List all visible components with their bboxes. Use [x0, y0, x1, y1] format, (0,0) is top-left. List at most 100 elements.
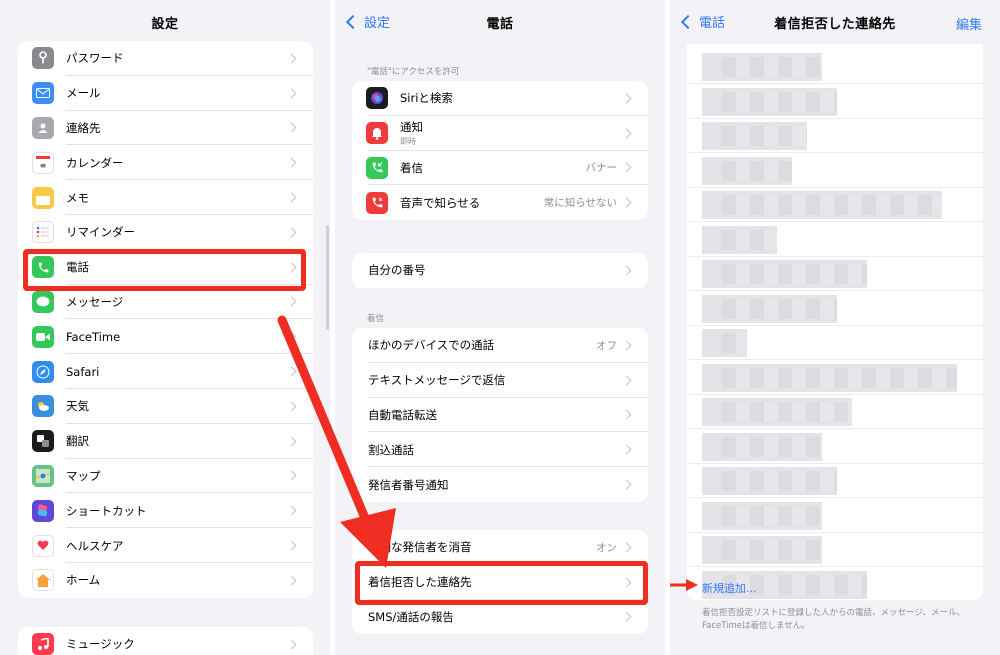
chevron-right-icon [286, 401, 297, 412]
chevron-right-icon [286, 53, 297, 64]
row-label: 通知 即時 [400, 119, 623, 147]
settings-item[interactable]: ショートカット [18, 493, 313, 528]
key-icon [32, 47, 54, 70]
section-header-access: "電話"にアクセスを許可 [367, 67, 460, 77]
row-label: マップ [66, 468, 288, 484]
call-setting-item[interactable]: テキストメッセージで返信 [352, 363, 648, 398]
announce-calls-icon [366, 191, 388, 214]
settings-item[interactable]: ヘルスケア [18, 528, 313, 563]
row-label-text: ほかのデバイスでの通話 [368, 338, 495, 353]
settings-item[interactable]: 天気 [18, 389, 313, 424]
translate-icon [32, 430, 54, 453]
call-setting-item[interactable]: ほかのデバイスでの通話 オフ [352, 328, 648, 363]
redacted-contact [702, 156, 792, 185]
row-label-text: 連絡先 [66, 120, 101, 135]
row-value: オフ [596, 339, 617, 352]
redacted-contact [702, 260, 867, 288]
access-item[interactable]: 通知 即時 [352, 116, 648, 151]
weather-icon [32, 395, 54, 418]
redacted-contact [702, 432, 822, 461]
reminders-icon [32, 221, 54, 244]
settings-item[interactable]: ≡ カレンダー [18, 145, 313, 180]
my-number-group: 自分の番号 [352, 253, 648, 288]
access-item[interactable]: 着信 バナー [352, 151, 648, 186]
row-label: 翻訳 [66, 433, 288, 449]
redacted-contact [702, 398, 852, 426]
settings-item[interactable]: メモ [18, 180, 313, 215]
row-label-text: マップ [66, 468, 101, 483]
blocked-contact-row[interactable] [687, 326, 983, 360]
chevron-right-icon [286, 540, 297, 551]
row-label: 割込通話 [368, 442, 623, 458]
blocked-contact-row[interactable] [687, 154, 983, 188]
row-sublabel: 即時 [400, 137, 416, 147]
row-value: 常に知らせない [543, 197, 617, 210]
settings-item[interactable]: Safari [18, 354, 313, 389]
redacted-contact [702, 467, 837, 495]
chevron-right-icon [621, 340, 632, 351]
block-setting-item[interactable]: 不明な発信者を消音 オン [352, 530, 648, 565]
page-title: 電話 [486, 16, 514, 32]
row-label-text: 自動電話転送 [368, 407, 437, 422]
blocked-contact-row[interactable] [687, 533, 983, 567]
blocked-contact-row[interactable] [687, 257, 983, 291]
row-value: バナー [585, 162, 618, 175]
settings-item[interactable]: ホーム [18, 563, 313, 598]
redacted-contact [702, 294, 837, 323]
access-item[interactable]: Siriと検索 [352, 81, 648, 116]
row-value: オン [596, 541, 617, 554]
chevron-right-icon [621, 479, 632, 490]
access-item[interactable]: 音声で知らせる 常に知らせない [352, 185, 648, 220]
call-setting-item[interactable]: 自動電話転送 [352, 398, 648, 433]
blocked-contact-row[interactable] [687, 292, 983, 326]
settings-item[interactable]: FaceTime [18, 319, 313, 354]
chevron-right-icon [621, 197, 632, 208]
settings-item[interactable]: 翻訳 [18, 424, 313, 459]
phone-settings-panel: 設定 電話 "電話"にアクセスを許可 Siriと検索通知即時着信 バナー音声で知ら… [335, 0, 665, 655]
scrollbar[interactable] [326, 225, 329, 330]
settings-item[interactable]: 連絡先 [18, 111, 313, 146]
settings-item[interactable]: メール [18, 76, 313, 111]
row-label-text: 着信 [400, 160, 423, 175]
blocked-contact-row[interactable] [687, 119, 983, 153]
settings-item-music[interactable]: ミュージック [18, 627, 313, 655]
chevron-right-icon [286, 227, 297, 238]
calls-list: ほかのデバイスでの通話 オフテキストメッセージで返信自動電話転送割込通話発信者番号… [352, 328, 648, 502]
add-new-button[interactable]: 新規追加... [702, 580, 757, 596]
call-setting-item[interactable]: 発信者番号通知 [352, 467, 648, 502]
settings-navbar: 設定 [0, 0, 330, 44]
blocked-navbar: 電話 着信拒否した連絡先 編集 [670, 0, 1000, 44]
row-label-text: メッセージ [66, 294, 124, 309]
back-button[interactable]: 電話 [680, 12, 725, 31]
row-label: 天気 [66, 398, 288, 414]
blocked-contact-row[interactable] [687, 85, 983, 119]
row-label-text: 発信者番号通知 [368, 477, 449, 492]
redacted-contact [702, 536, 822, 564]
footnote: 着信拒否設定リストに登録した人からの電話、メッセージ、メール、FaceTimeは… [702, 608, 966, 631]
blocked-contact-row[interactable] [687, 223, 983, 257]
row-label-text: パスワード [66, 51, 124, 66]
blocked-contact-row[interactable] [687, 361, 983, 395]
access-list: Siriと検索通知即時着信 バナー音声で知らせる 常に知らせない [352, 81, 648, 221]
back-label: 設定 [364, 16, 391, 31]
row-label-text: 不明な発信者を消音 [368, 540, 472, 555]
blocked-contact-row[interactable] [687, 464, 983, 498]
chevron-right-icon [621, 128, 632, 139]
row-label-text: 通知 [400, 120, 423, 135]
music-icon [32, 633, 54, 655]
my-number-row[interactable]: 自分の番号 [352, 253, 648, 288]
call-setting-item[interactable]: 割込通話 [352, 432, 648, 467]
blocked-contact-row[interactable] [687, 430, 983, 464]
blocked-contact-row[interactable] [687, 50, 983, 84]
back-button[interactable]: 設定 [345, 12, 390, 31]
shortcuts-icon [32, 499, 54, 522]
edit-button[interactable]: 編集 [956, 14, 982, 33]
blocked-contact-row[interactable] [687, 188, 983, 222]
blocked-contact-row[interactable] [687, 499, 983, 533]
row-label-text: カレンダー [66, 155, 124, 170]
settings-item[interactable]: リマインダー [18, 215, 313, 250]
blocked-contact-row[interactable] [687, 395, 983, 429]
row-label: ショートカット [66, 503, 288, 519]
settings-item[interactable]: マップ [18, 459, 313, 494]
settings-item[interactable]: パスワード [18, 41, 313, 76]
